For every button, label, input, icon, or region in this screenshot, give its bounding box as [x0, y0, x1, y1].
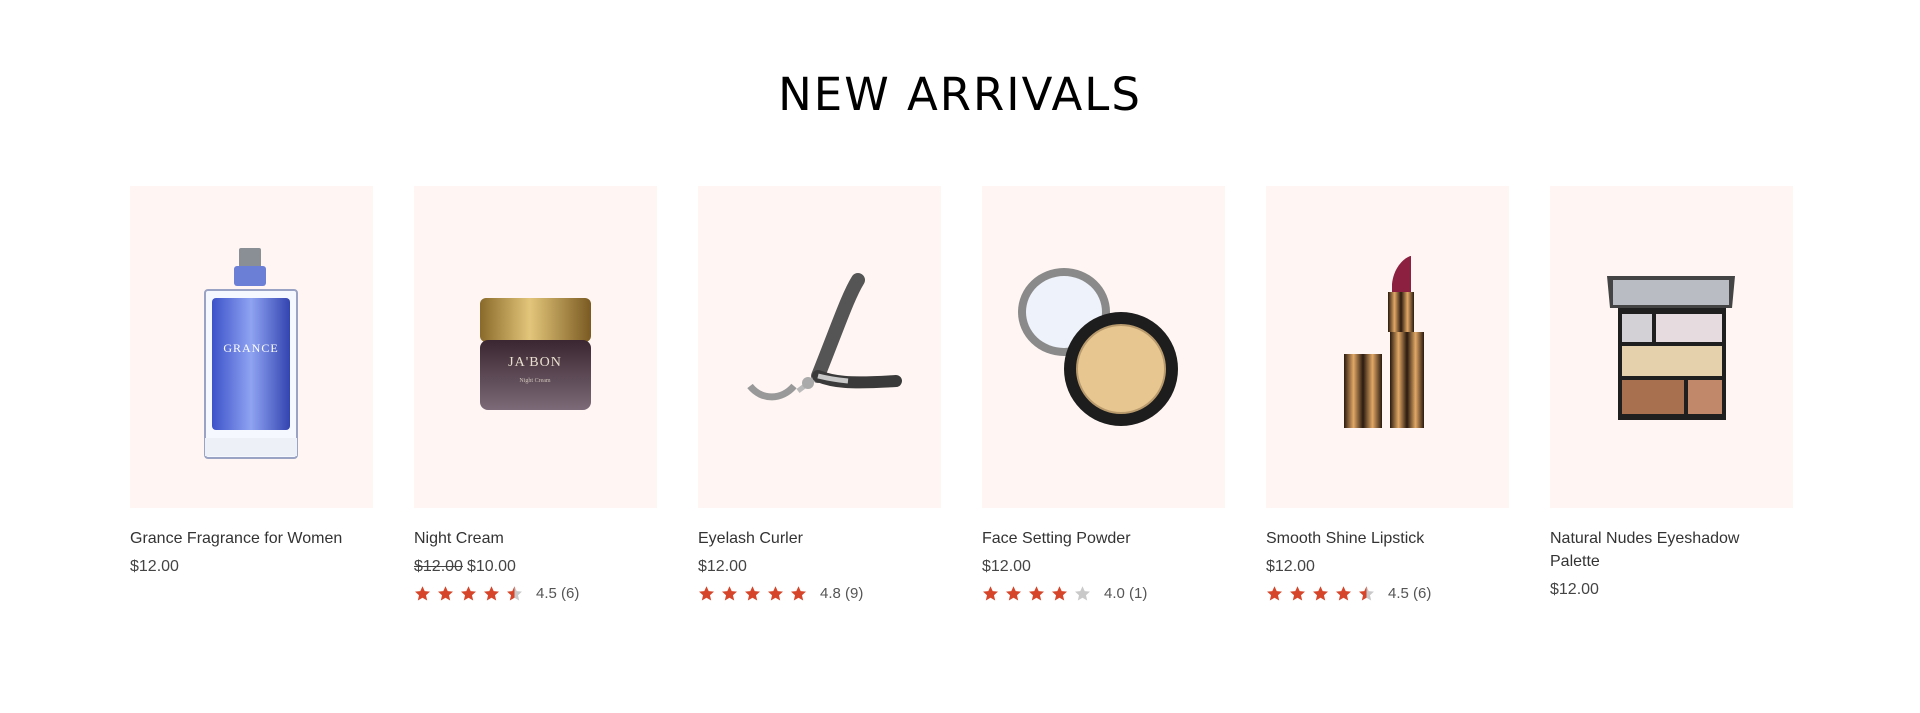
star-icon — [484, 585, 499, 600]
product-rating[interactable]: 4.8 (9) — [698, 583, 941, 603]
star-icon — [722, 585, 737, 600]
product-name[interactable]: Natural Nudes Eyeshadow Palette — [1550, 527, 1793, 573]
star-icon — [1336, 585, 1351, 600]
product-price: $12.00 — [1266, 558, 1315, 575]
product-name[interactable]: Night Cream — [414, 527, 657, 550]
rating-stars — [982, 585, 1097, 602]
product-rating[interactable]: 4.5 (6) — [1266, 583, 1509, 603]
product-card[interactable]: JA'BON Night Cream Night Cream $12.00 $10… — [414, 186, 657, 603]
product-price: $12.00 — [1550, 581, 1599, 598]
star-icon — [461, 585, 476, 600]
product-price-row: $12.00 $10.00 — [414, 556, 657, 578]
star-icon — [1006, 585, 1021, 600]
product-image[interactable]: JA'BON Night Cream — [414, 186, 657, 508]
star-icon — [438, 585, 453, 600]
product-price-row: $12.00 — [698, 556, 941, 578]
product-image[interactable] — [982, 186, 1225, 508]
star-icon — [1290, 585, 1305, 600]
product-price: $10.00 — [466, 558, 516, 575]
star-icon — [983, 585, 998, 600]
lipstick-icon — [1344, 256, 1424, 428]
product-card[interactable]: Natural Nudes Eyeshadow Palette $12.00 — [1550, 186, 1793, 603]
product-image[interactable] — [1266, 186, 1509, 508]
product-price-row: $12.00 — [130, 556, 373, 578]
star-icon — [1267, 585, 1282, 600]
product-card[interactable]: Smooth Shine Lipstick $12.00 4.5 (6) — [1266, 186, 1509, 603]
compact-powder-icon — [1018, 268, 1178, 426]
product-price-row: $12.00 — [982, 556, 1225, 578]
star-icon — [1029, 585, 1044, 600]
product-price-row: $12.00 — [1550, 579, 1793, 601]
star-icon — [745, 585, 760, 600]
star-icon — [1075, 585, 1090, 600]
rating-stars — [414, 585, 529, 602]
rating-stars — [698, 585, 813, 602]
eyelash-curler-icon — [747, 273, 902, 401]
product-image[interactable] — [698, 186, 941, 508]
star-icon — [507, 585, 522, 600]
product-card[interactable]: GRANCE Grance Fragrance for Women $12.00 — [130, 186, 373, 603]
rating-stars — [1266, 585, 1381, 602]
product-image[interactable] — [1550, 186, 1793, 508]
section-title: NEW ARRIVALS — [778, 68, 1142, 121]
rating-text: 4.5 (6) — [1388, 584, 1432, 602]
product-grid: GRANCE Grance Fragrance for Women $12.00 — [130, 186, 1800, 603]
product-price: $12.00 — [130, 558, 179, 575]
star-icon — [1359, 585, 1374, 600]
product-image[interactable]: GRANCE — [130, 186, 373, 508]
star-icon — [1052, 585, 1067, 600]
product-price: $12.00 — [982, 558, 1031, 575]
star-icon — [699, 585, 714, 600]
cream-jar-icon: JA'BON Night Cream — [480, 298, 591, 410]
product-card[interactable]: Eyelash Curler $12.00 4.8 (9) — [698, 186, 941, 603]
product-name[interactable]: Face Setting Powder — [982, 527, 1225, 550]
star-icon — [415, 585, 430, 600]
product-rating[interactable]: 4.5 (6) — [414, 583, 657, 603]
svg-text:GRANCE: GRANCE — [223, 341, 278, 355]
product-card[interactable]: Face Setting Powder $12.00 4.0 (1) — [982, 186, 1225, 603]
rating-text: 4.8 (9) — [820, 584, 864, 602]
product-price: $12.00 — [698, 558, 747, 575]
product-rating[interactable]: 4.0 (1) — [982, 583, 1225, 603]
rating-text: 4.5 (6) — [536, 584, 580, 602]
product-price-row: $12.00 — [1266, 556, 1509, 578]
eyeshadow-palette-icon — [1607, 276, 1735, 420]
perfume-bottle-icon: GRANCE — [204, 248, 298, 459]
star-icon — [768, 585, 783, 600]
product-old-price: $12.00 — [414, 558, 463, 575]
svg-text:JA'BON: JA'BON — [508, 355, 562, 370]
star-icon — [791, 585, 806, 600]
product-name[interactable]: Eyelash Curler — [698, 527, 941, 550]
star-icon — [1313, 585, 1328, 600]
product-name[interactable]: Grance Fragrance for Women — [130, 527, 373, 550]
product-name[interactable]: Smooth Shine Lipstick — [1266, 527, 1509, 550]
rating-text: 4.0 (1) — [1104, 584, 1148, 602]
svg-text:Night Cream: Night Cream — [519, 378, 550, 384]
